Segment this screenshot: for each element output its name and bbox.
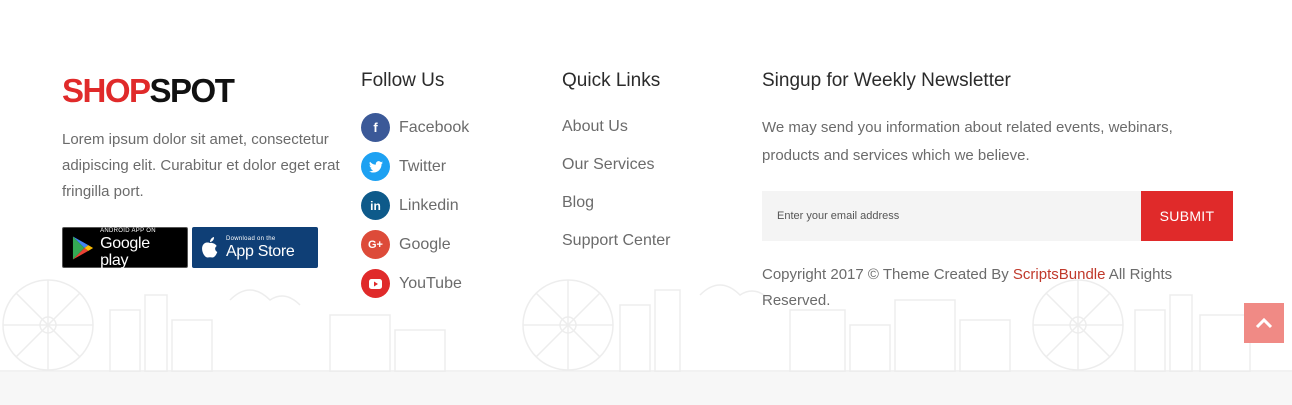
linkedin-icon: in	[361, 191, 390, 220]
youtube-icon	[361, 269, 390, 298]
app-store-caption: Download on the	[226, 236, 276, 242]
submit-button[interactable]: SUBMIT	[1141, 191, 1233, 241]
logo-part-shop: SHOP	[62, 72, 151, 109]
quick-link-blog[interactable]: Blog	[562, 184, 742, 222]
scroll-to-top-button[interactable]	[1244, 303, 1284, 343]
quick-links-list: About Us Our Services Blog Support Cente…	[562, 108, 742, 260]
scriptsbundle-link[interactable]: ScriptsBundle	[1013, 266, 1106, 283]
bottom-strip	[0, 372, 1292, 405]
quick-links-column: Quick Links About Us Our Services Blog S…	[562, 66, 742, 260]
google-play-icon	[72, 235, 94, 260]
quick-link-support-center[interactable]: Support Center	[562, 222, 742, 260]
social-label: Facebook	[399, 118, 470, 136]
social-label: Twitter	[399, 157, 447, 175]
apple-icon	[202, 236, 218, 257]
google-play-badge[interactable]: ANDROID APP ON Google play	[62, 227, 188, 269]
shopspot-logo[interactable]: SHOPSPOT	[62, 74, 342, 107]
app-store-badges: ANDROID APP ON Google play Download on t…	[62, 227, 342, 269]
follow-us-column: Follow Us f Facebook Twitter in Linkedin…	[361, 66, 541, 303]
chevron-up-icon	[1255, 317, 1273, 329]
app-store-badge[interactable]: Download on the App Store	[192, 227, 318, 268]
newsletter-form: SUBMIT	[762, 191, 1233, 241]
email-input[interactable]	[762, 191, 1141, 241]
social-label: Linkedin	[399, 196, 459, 214]
newsletter-title: Singup for Weekly Newsletter	[762, 70, 1011, 91]
brand-column: SHOPSPOT Lorem ipsum dolor sit amet, con…	[62, 66, 342, 269]
social-label: YouTube	[399, 274, 462, 292]
social-link-linkedin[interactable]: in Linkedin	[361, 186, 541, 225]
copyright-text: Copyright 2017 © Theme Created By Script…	[762, 262, 1202, 314]
logo-part-spot: SPOT	[149, 72, 235, 109]
copyright-prefix: Copyright 2017 © Theme Created By	[762, 266, 1013, 283]
google-play-label: Google play	[100, 234, 150, 269]
social-list: f Facebook Twitter in Linkedin G+ Google	[361, 108, 541, 303]
social-link-twitter[interactable]: Twitter	[361, 147, 541, 186]
google-play-caption: ANDROID APP ON	[100, 227, 156, 234]
google-plus-icon: G+	[361, 230, 390, 259]
quick-links-title: Quick Links	[562, 70, 661, 91]
about-text: Lorem ipsum dolor sit amet, consectetur …	[62, 131, 340, 200]
quick-link-about-us[interactable]: About Us	[562, 108, 742, 146]
newsletter-column: Singup for Weekly Newsletter We may send…	[762, 66, 1234, 314]
social-link-google[interactable]: G+ Google	[361, 225, 541, 264]
facebook-icon: f	[361, 113, 390, 142]
site-footer: SHOPSPOT Lorem ipsum dolor sit amet, con…	[0, 0, 1292, 372]
follow-us-title: Follow Us	[361, 70, 445, 91]
social-link-facebook[interactable]: f Facebook	[361, 108, 541, 147]
twitter-icon	[361, 152, 390, 181]
app-store-label: App Store	[226, 243, 295, 260]
social-label: Google	[399, 235, 451, 253]
social-link-youtube[interactable]: YouTube	[361, 264, 541, 303]
quick-link-our-services[interactable]: Our Services	[562, 146, 742, 184]
newsletter-description: We may send you information about relate…	[762, 119, 1173, 164]
